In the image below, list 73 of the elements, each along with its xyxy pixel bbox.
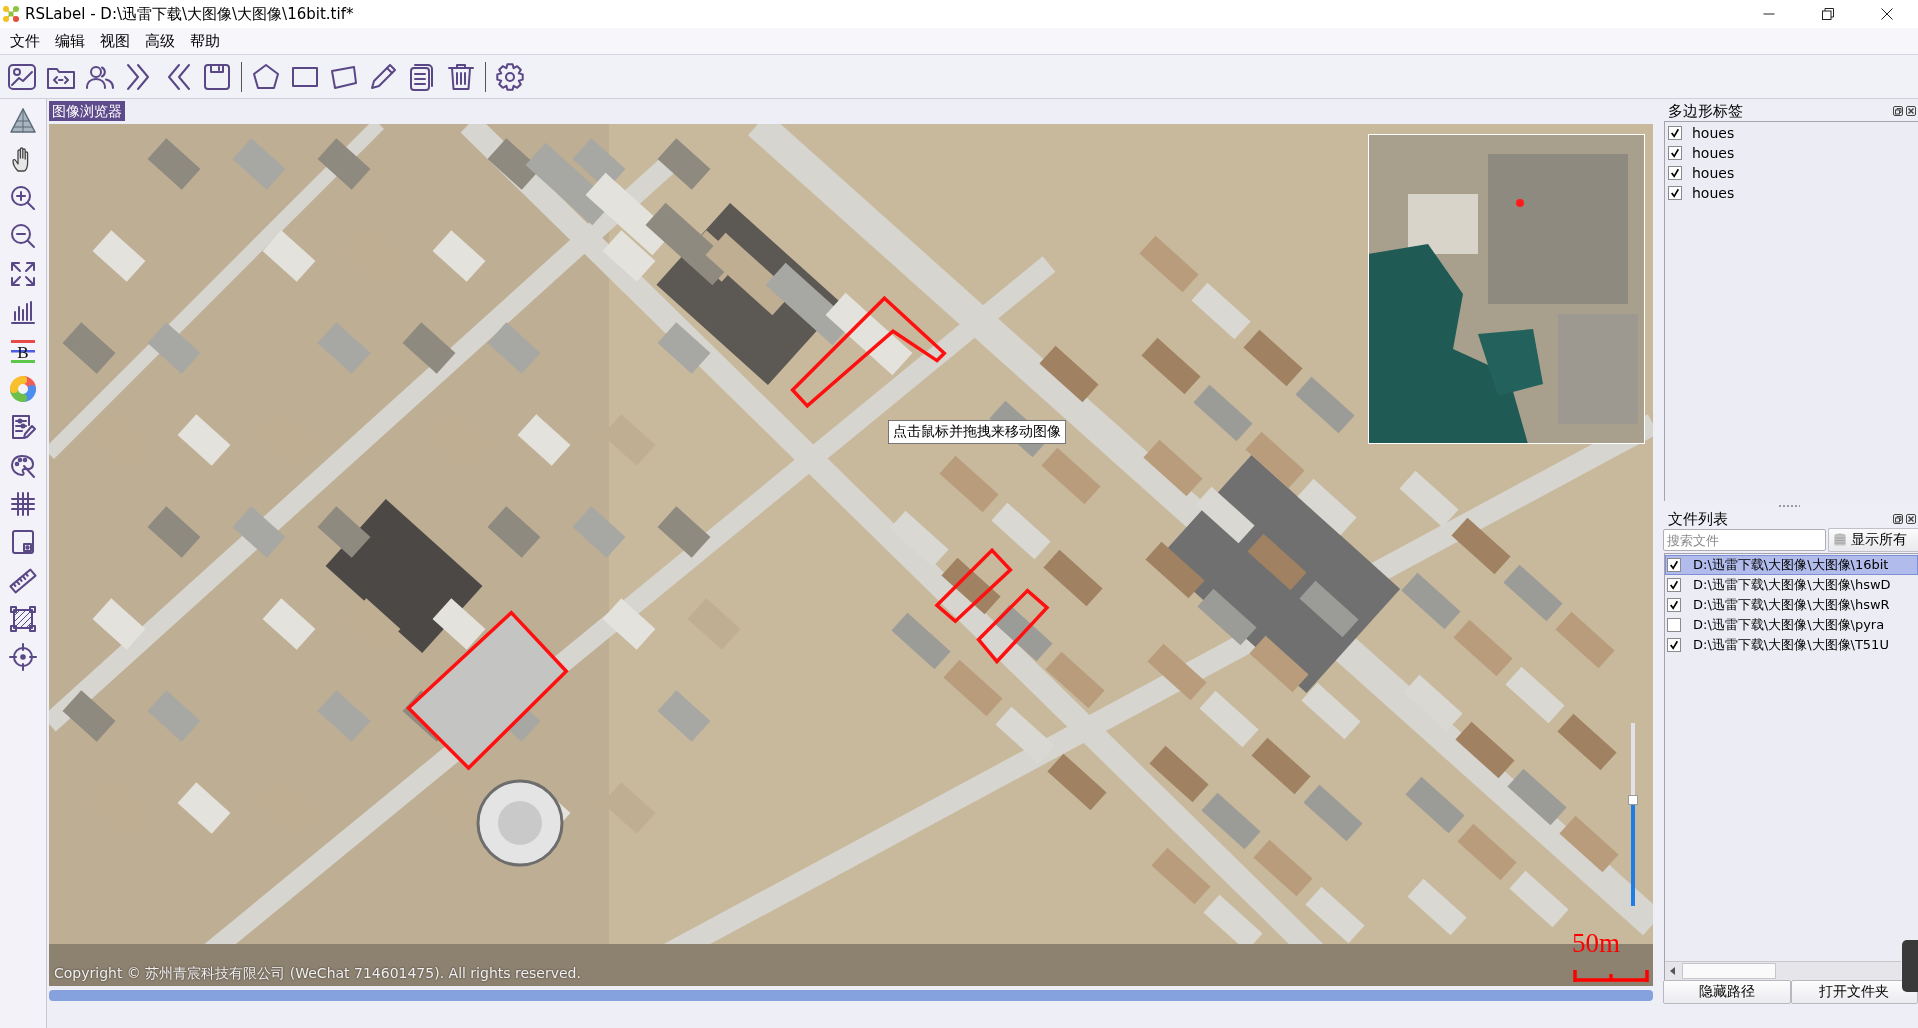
pentagon-icon[interactable] <box>251 61 281 92</box>
menu-item[interactable]: 高级 <box>137 31 182 51</box>
window-title: RSLabel - D:\迅雷下载\大图像\大图像\16bit.tif* <box>25 4 354 24</box>
file-row[interactable]: D:\迅雷下载\大图像\大图像\16bit <box>1665 555 1918 575</box>
panel-button[interactable]: 打开文件夹 <box>1790 980 1918 1004</box>
panel-button[interactable]: 隐藏路径 <box>1663 980 1791 1004</box>
label-name[interactable]: houes <box>1692 125 1735 141</box>
slider-thumb[interactable] <box>1628 794 1638 805</box>
scrollbar-thumb[interactable] <box>1682 963 1776 979</box>
position-marker-icon <box>1516 199 1524 207</box>
close-panel-icon[interactable] <box>1906 514 1916 524</box>
inset-square-icon[interactable] <box>9 528 37 557</box>
menu-item[interactable]: 编辑 <box>47 31 92 51</box>
file-path: D:\迅雷下载\大图像\大图像\T51U <box>1693 636 1889 654</box>
file-path: D:\迅雷下载\大图像\大图像\hswR <box>1693 596 1890 614</box>
close-panel-icon[interactable] <box>1906 106 1916 116</box>
grid-icon[interactable] <box>9 489 37 518</box>
app-logo-icon <box>2 5 20 23</box>
tooltip: 点击鼠标并拖拽来移动图像 <box>888 420 1066 444</box>
file-path: D:\迅雷下载\大图像\大图像\hswD <box>1693 576 1891 594</box>
file-row[interactable]: D:\迅雷下载\大图像\大图像\hswR <box>1665 595 1918 615</box>
stack-icon <box>1834 533 1846 547</box>
checkbox[interactable] <box>1668 126 1682 140</box>
panel-title: 多边形标签 <box>1668 101 1743 121</box>
scale-label: 50m <box>1572 928 1620 958</box>
document-sliders-icon[interactable] <box>9 413 37 442</box>
color-wheel-icon[interactable] <box>9 375 37 404</box>
label-name[interactable]: houes <box>1692 145 1735 161</box>
float-panel-icon[interactable] <box>1893 106 1903 116</box>
checkbox[interactable] <box>1668 186 1682 200</box>
file-path: D:\迅雷下载\大图像\大图像\pyra <box>1693 616 1885 634</box>
checkbox[interactable] <box>1667 618 1681 632</box>
overview-map-drawing[interactable] <box>1368 134 1645 444</box>
crosshair-icon[interactable] <box>9 643 37 672</box>
horizontal-scrollbar[interactable] <box>1665 961 1901 980</box>
show-all-button[interactable]: 显示所有 <box>1828 528 1918 552</box>
file-row[interactable]: D:\迅雷下载\大图像\大图像\hswD <box>1665 575 1918 595</box>
menu-item[interactable]: 帮助 <box>182 31 227 51</box>
zoom-out-icon[interactable] <box>9 221 37 250</box>
image-scrollbar[interactable] <box>49 990 1653 1001</box>
expand-icon[interactable] <box>9 260 37 289</box>
ruler-icon[interactable] <box>9 566 37 595</box>
search-field[interactable]: 搜索文件 <box>1663 529 1826 551</box>
checkbox[interactable] <box>1667 638 1681 652</box>
checkbox[interactable] <box>1667 558 1681 572</box>
label-name[interactable]: houes <box>1692 165 1735 181</box>
save-icon[interactable] <box>202 61 232 92</box>
pencil-icon[interactable] <box>368 61 398 92</box>
menu-item[interactable]: 文件 <box>2 31 47 51</box>
file-path: D:\迅雷下载\大图像\大图像\16bit <box>1693 556 1889 574</box>
restore-icon[interactable] <box>1822 8 1834 20</box>
hatched-frame-icon[interactable] <box>9 604 37 633</box>
float-panel-icon[interactable] <box>1893 514 1903 524</box>
side-widget-handle[interactable] <box>1902 940 1918 992</box>
checkbox[interactable] <box>1668 146 1682 160</box>
file-row[interactable]: D:\迅雷下载\大图像\大图像\T51U <box>1665 635 1918 655</box>
file-row[interactable]: D:\迅雷下载\大图像\大图像\pyra <box>1665 615 1918 635</box>
checkbox[interactable] <box>1668 166 1682 180</box>
menu-item[interactable]: 视图 <box>92 31 137 51</box>
image-icon[interactable] <box>7 61 37 92</box>
label-name[interactable]: houes <box>1692 185 1735 201</box>
viewer-title: 图像浏览器 <box>49 101 125 121</box>
histogram-icon[interactable] <box>9 298 37 327</box>
checkbox[interactable] <box>1667 578 1681 592</box>
copyright-text: Copyright © 苏州青宸科技有限公司 (WeChat 714601475). All rights reserved. <box>54 965 581 983</box>
zoom-in-icon[interactable] <box>9 183 37 212</box>
trash-icon[interactable] <box>446 61 476 92</box>
checkbox[interactable] <box>1667 598 1681 612</box>
close-icon[interactable] <box>1881 8 1893 20</box>
panel-title: 文件列表 <box>1668 509 1728 529</box>
splitter-handle[interactable] <box>1778 504 1800 507</box>
pyramid-icon[interactable] <box>9 107 37 135</box>
settings-icon[interactable] <box>495 61 525 92</box>
